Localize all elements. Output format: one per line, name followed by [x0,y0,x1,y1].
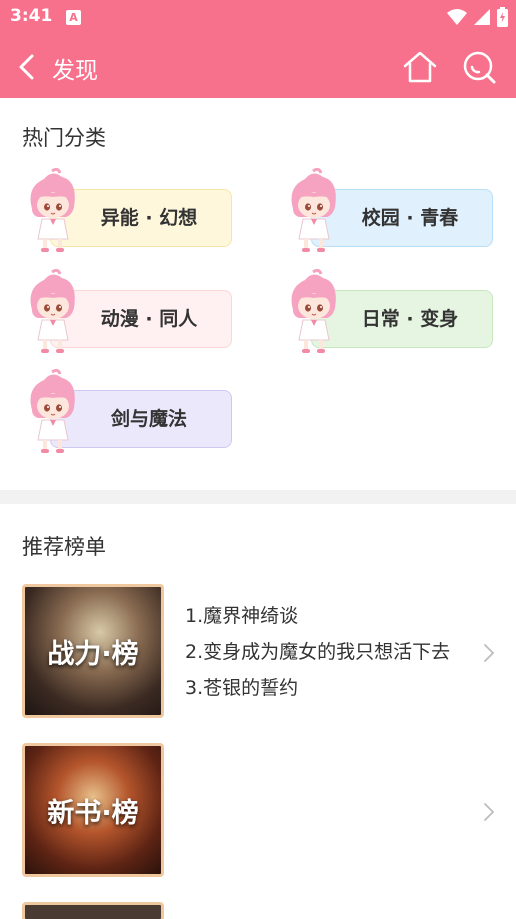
category-item[interactable]: 动漫 · 同人 [22,268,232,353]
category-label: 异能 · 幻想 [100,207,198,229]
ranking-book-title[interactable]: 3.苍银的誓约 [185,670,450,706]
wifi-icon [447,9,467,25]
recommended-lists-title: 推荐榜单 [22,535,106,559]
ranking-book-list: 1.魔界神绮谈 2.变身成为魔女的我只想活下去 3.苍银的誓约 [185,598,450,706]
category-item[interactable]: 校园 · 青春 [283,167,493,252]
signal-icon [474,9,490,25]
ranking-list-item[interactable] [22,902,516,919]
chibi-mascot-icon [30,167,75,252]
search-icon[interactable] [462,50,496,84]
back-arrow-icon[interactable] [14,53,42,81]
ranking-list-item[interactable]: 战力·榜 1.魔界神绮谈 2.变身成为魔女的我只想活下去 3.苍银的誓约 [22,584,516,720]
category-item[interactable]: 剑与魔法 [22,368,232,453]
battery-icon [497,7,508,27]
ranking-cover-label: 战力·榜 [47,638,139,670]
notification-icon: A [66,10,81,25]
chibi-mascot-icon [30,268,75,353]
chibi-mascot-icon [30,368,75,453]
ranking-cover [22,902,164,919]
chevron-right-icon [484,644,495,662]
hot-categories-title: 热门分类 [22,126,106,150]
ranking-cover: 战力·榜 [22,584,164,718]
ranking-cover-label: 新书·榜 [47,797,139,829]
section-divider [0,490,516,504]
category-label: 动漫 · 同人 [100,308,198,330]
category-item[interactable]: 异能 · 幻想 [22,167,232,252]
system-icons [447,7,508,27]
status-bar: 3:41 A [0,0,516,36]
home-icon[interactable] [402,50,438,84]
category-item[interactable]: 日常 · 变身 [283,268,493,353]
chibi-mascot-icon [291,268,336,353]
ranking-book-title[interactable]: 1.魔界神绮谈 [185,598,450,634]
app-bar: 发现 [0,36,516,98]
page-title: 发现 [52,58,98,84]
ranking-cover: 新书·榜 [22,743,164,877]
chevron-right-icon [484,803,495,821]
status-time: 3:41 [10,6,53,26]
category-label: 校园 · 青春 [361,207,459,229]
ranking-book-title[interactable]: 2.变身成为魔女的我只想活下去 [185,634,450,670]
category-label: 日常 · 变身 [361,308,459,330]
ranking-list-item[interactable]: 新书·榜 [22,743,516,879]
chibi-mascot-icon [291,167,336,252]
category-label: 剑与魔法 [110,408,187,430]
